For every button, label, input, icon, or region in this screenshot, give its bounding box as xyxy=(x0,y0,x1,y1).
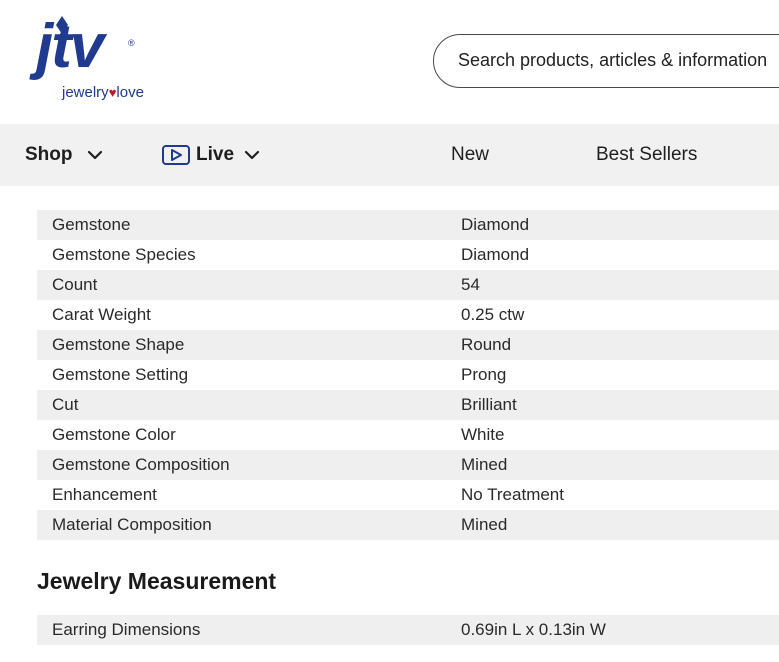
chevron-down-icon xyxy=(87,150,102,160)
spec-row: Cut Brilliant xyxy=(37,390,779,420)
spec-name: Cut xyxy=(52,395,79,414)
spec-name: Earring Dimensions xyxy=(52,620,201,639)
logo-wordmark: jtv xyxy=(36,12,104,81)
nav-live-label: Live xyxy=(196,144,235,165)
spec-name: Gemstone Setting xyxy=(52,365,189,384)
search-box[interactable] xyxy=(433,34,779,88)
spec-value: Diamond xyxy=(461,215,530,234)
search-input[interactable] xyxy=(458,35,779,86)
spec-name: Carat Weight xyxy=(52,305,151,324)
live-play-icon xyxy=(162,145,190,165)
site-header: jtv ® jewelry♥love xyxy=(0,0,779,124)
specs-table: Gemstone Diamond Gemstone Species Diamon… xyxy=(37,210,779,540)
spec-name: Count xyxy=(52,275,98,294)
spec-value: White xyxy=(461,425,505,444)
spec-row: Gemstone Color White xyxy=(37,420,779,450)
spec-row: Enhancement No Treatment xyxy=(37,480,779,510)
spec-value: Prong xyxy=(461,365,507,384)
spec-name: Gemstone Shape xyxy=(52,335,185,354)
spec-name: Gemstone xyxy=(52,215,131,234)
nav-new[interactable]: New xyxy=(451,124,489,186)
spec-name: Gemstone Color xyxy=(52,425,176,444)
spec-row: Earring Dimensions 0.69in L x 0.13in W xyxy=(37,615,779,645)
spec-value: Brilliant xyxy=(461,395,517,414)
product-page: jtv ® jewelry♥love Shop Live New xyxy=(0,0,779,662)
nav-shop[interactable]: Shop xyxy=(25,124,103,186)
spec-name: Material Composition xyxy=(52,515,212,534)
nav-shop-label: Shop xyxy=(25,144,73,165)
registered-mark: ® xyxy=(128,38,135,48)
main-nav: Shop Live New Best Sellers xyxy=(0,124,779,186)
jtv-logo[interactable]: jtv ® jewelry♥love xyxy=(36,16,160,108)
spec-value: Round xyxy=(461,335,512,354)
spec-value: No Treatment xyxy=(461,485,564,504)
nav-best-sellers-label: Best Sellers xyxy=(596,144,698,165)
logo-tagline-left: jewelry xyxy=(62,84,109,101)
spec-name: Gemstone Composition xyxy=(52,455,230,474)
spec-value: 0.69in L x 0.13in W xyxy=(461,620,606,639)
nav-live[interactable]: Live xyxy=(162,124,260,186)
spec-row: Material Composition Mined xyxy=(37,510,779,540)
spec-value: Diamond xyxy=(461,245,530,264)
spec-value: 54 xyxy=(461,275,480,294)
measurement-table: Earring Dimensions 0.69in L x 0.13in W xyxy=(37,615,779,645)
spec-value: Mined xyxy=(461,515,508,534)
spec-row: Gemstone Composition Mined xyxy=(37,450,779,480)
section-title-measurement: Jewelry Measurement xyxy=(37,568,277,594)
spec-name: Enhancement xyxy=(52,485,157,504)
spec-name: Gemstone Species xyxy=(52,245,196,264)
spec-row: Carat Weight 0.25 ctw xyxy=(37,300,779,330)
logo-tagline-right: love xyxy=(116,84,144,101)
logo-tagline: jewelry♥love xyxy=(62,84,144,101)
nav-new-label: New xyxy=(451,144,490,165)
nav-best-sellers[interactable]: Best Sellers xyxy=(596,124,697,186)
spec-row: Gemstone Species Diamond xyxy=(37,240,779,270)
spec-row: Gemstone Diamond xyxy=(37,210,779,240)
spec-value: 0.25 ctw xyxy=(461,305,525,324)
chevron-down-icon xyxy=(244,150,260,160)
spec-row: Count 54 xyxy=(37,270,779,300)
spec-row: Gemstone Shape Round xyxy=(37,330,779,360)
spec-value: Mined xyxy=(461,455,508,474)
spec-row: Gemstone Setting Prong xyxy=(37,360,779,390)
